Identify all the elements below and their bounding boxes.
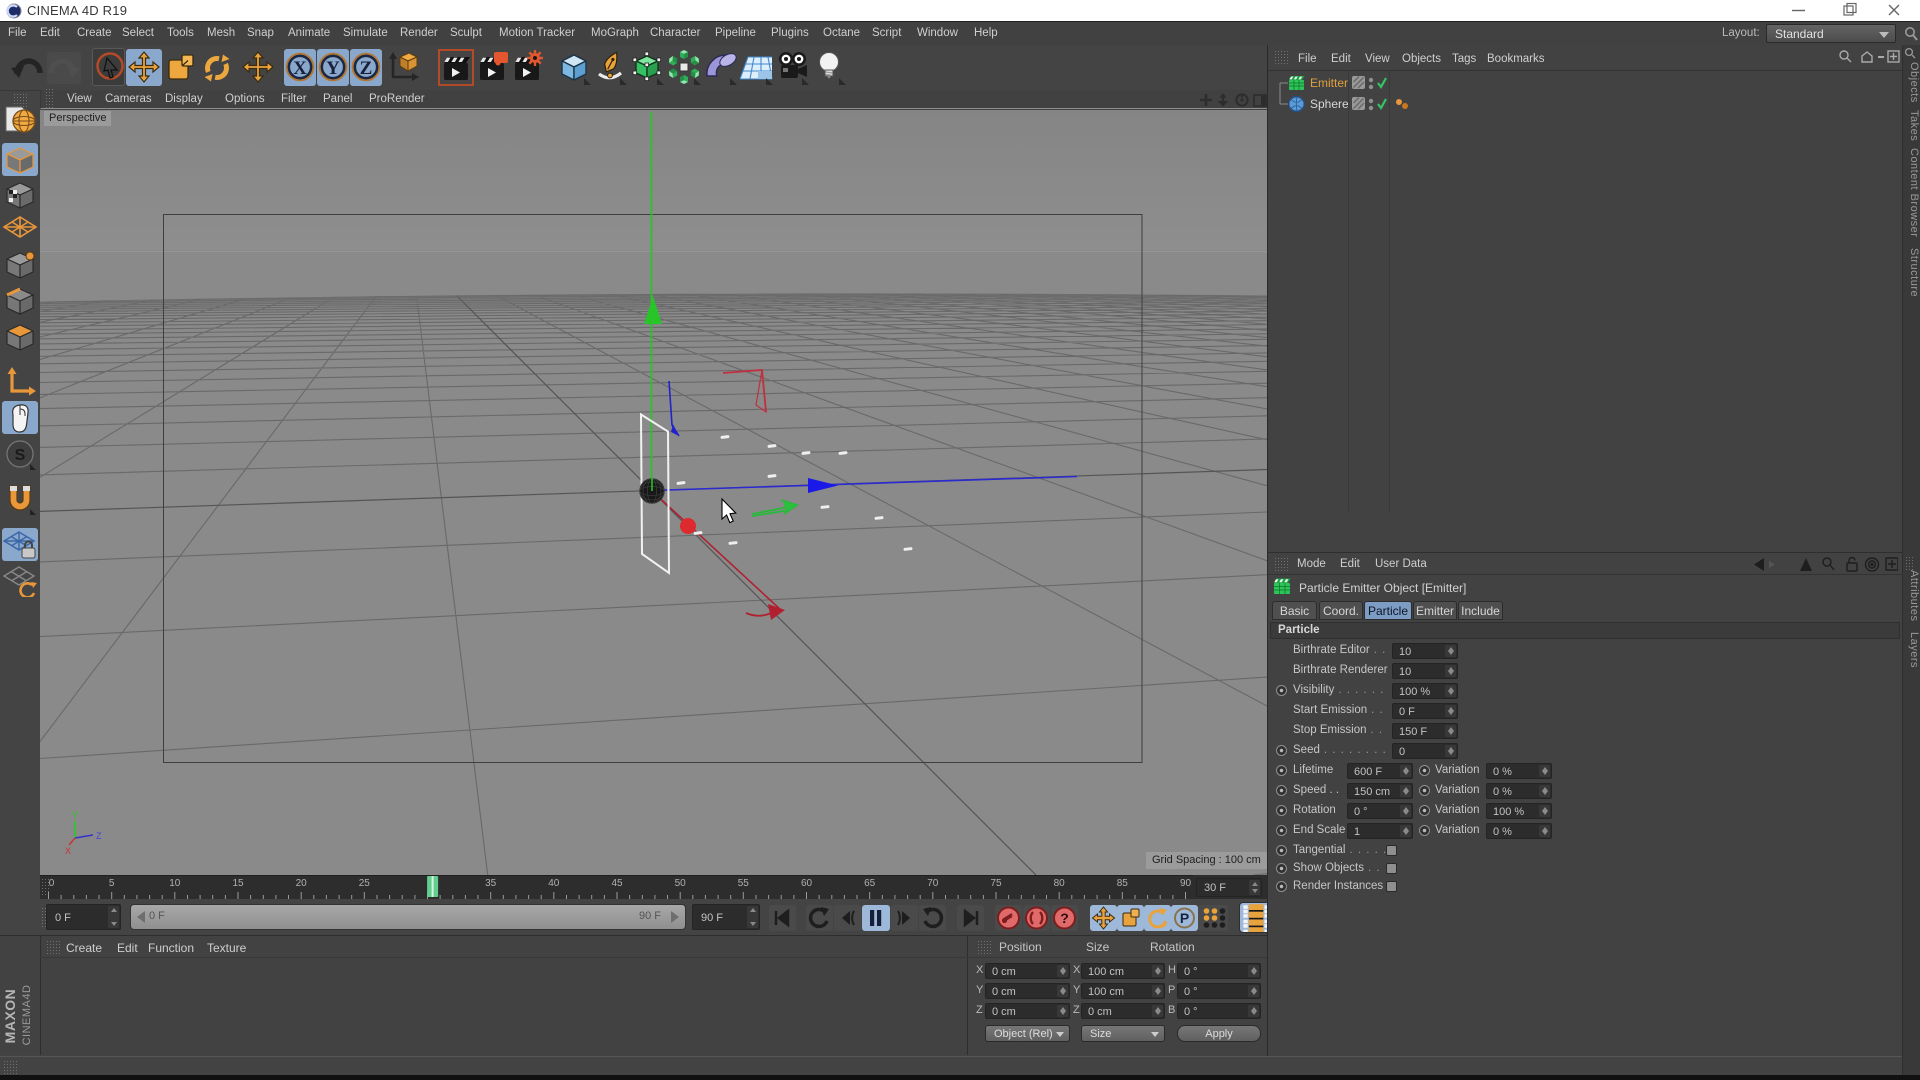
svg-text:80: 80 — [1054, 878, 1066, 889]
svg-text:5: 5 — [109, 878, 115, 889]
svg-text:75: 75 — [990, 878, 1002, 889]
svg-text:55: 55 — [738, 878, 750, 889]
svg-text:?: ? — [1060, 910, 1069, 926]
svg-text:S: S — [15, 447, 26, 464]
svg-text:35: 35 — [485, 878, 497, 889]
svg-text:65: 65 — [864, 878, 876, 889]
svg-text:Y: Y — [326, 58, 340, 79]
svg-text:15: 15 — [232, 878, 244, 889]
svg-text:60: 60 — [801, 878, 813, 889]
svg-text:70: 70 — [927, 878, 939, 889]
svg-text:25: 25 — [359, 878, 371, 889]
svg-text:20: 20 — [296, 878, 308, 889]
svg-text:85: 85 — [1117, 878, 1129, 889]
svg-text:50: 50 — [675, 878, 687, 889]
svg-text:Z: Z — [360, 58, 373, 79]
svg-text:45: 45 — [611, 878, 623, 889]
svg-text:0: 0 — [49, 878, 55, 889]
svg-text:10: 10 — [169, 878, 181, 889]
svg-text:X: X — [293, 58, 307, 79]
svg-text:P: P — [1180, 910, 1189, 926]
svg-text:40: 40 — [548, 878, 560, 889]
svg-text:90: 90 — [1180, 878, 1192, 889]
